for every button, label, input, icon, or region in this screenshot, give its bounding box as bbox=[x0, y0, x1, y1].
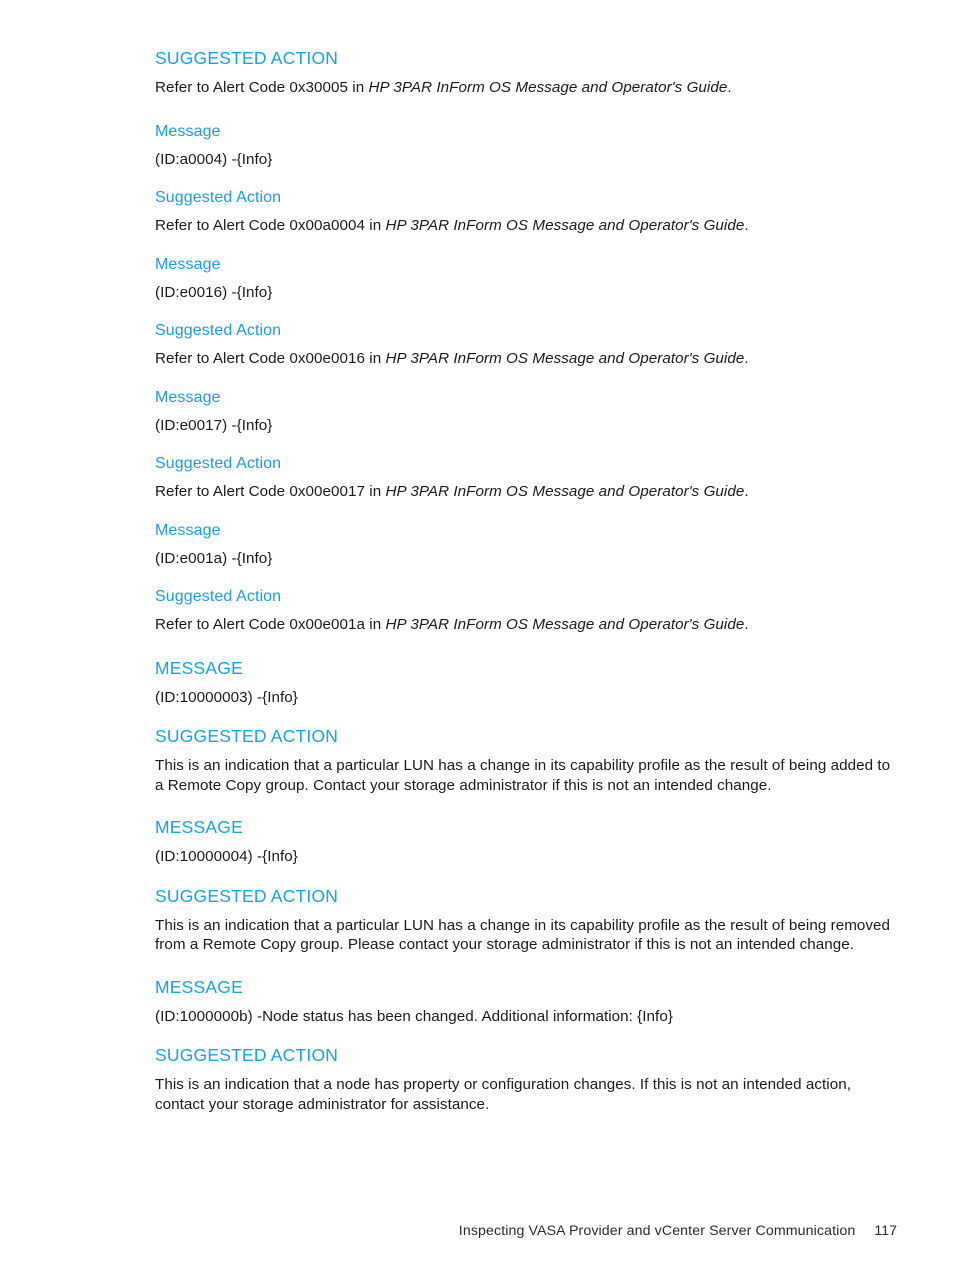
section-message-e001a: Message (ID:e001a) -{Info} bbox=[155, 521, 897, 569]
document-body: SUGGESTED ACTION Refer to Alert Code 0x3… bbox=[155, 48, 897, 1114]
section-body: This is an indication that a node has pr… bbox=[155, 1076, 851, 1113]
footer-chapter-title: Inspecting VASA Provider and vCenter Ser… bbox=[458, 1223, 856, 1239]
section-heading: Suggested Action bbox=[155, 189, 282, 206]
section-heading: SUGGESTED ACTION bbox=[155, 1045, 339, 1065]
body-title-italic: HP 3PAR InForm OS Message and Operator's… bbox=[385, 616, 745, 633]
body-suffix: . bbox=[744, 217, 749, 234]
body-suffix: . bbox=[727, 79, 732, 96]
body-title-italic: HP 3PAR InForm OS Message and Operator's… bbox=[385, 483, 745, 500]
section-heading: Suggested Action bbox=[155, 322, 282, 339]
section-body: (ID:a0004) -{Info} bbox=[155, 150, 273, 168]
section-suggested-action-0x00a0004: Suggested Action Refer to Alert Code 0x0… bbox=[155, 188, 897, 236]
body-title-italic: HP 3PAR InForm OS Message and Operator's… bbox=[385, 350, 745, 367]
page-footer: Inspecting VASA Provider and vCenter Ser… bbox=[0, 1222, 954, 1244]
section-body: This is an indication that a particular … bbox=[155, 757, 891, 794]
section-heading: SUGGESTED ACTION bbox=[155, 48, 339, 68]
footer-inner: Inspecting VASA Provider and vCenter Ser… bbox=[459, 1222, 897, 1240]
section-message-e0017: Message (ID:e0017) -{Info} bbox=[155, 388, 897, 436]
section-heading: SUGGESTED ACTION bbox=[155, 726, 339, 746]
section-suggested-action-0x00e001a: Suggested Action Refer to Alert Code 0x0… bbox=[155, 587, 897, 635]
section-body: This is an indication that a particular … bbox=[155, 916, 891, 954]
section-message-10000004: MESSAGE (ID:10000004) -{Info} bbox=[155, 817, 897, 867]
body-prefix: Refer to Alert Code 0x00a0004 in bbox=[155, 217, 386, 234]
body-prefix: Refer to Alert Code 0x00e001a in bbox=[155, 616, 386, 633]
section-body: Refer to Alert Code 0x00e0016 in HP 3PAR… bbox=[155, 349, 897, 369]
section-body: (ID:e0016) -{Info} bbox=[155, 283, 273, 301]
body-suffix: . bbox=[744, 483, 749, 500]
section-heading: SUGGESTED ACTION bbox=[155, 885, 339, 906]
section-heading: MESSAGE bbox=[155, 657, 243, 678]
section-body: (ID:e001a) -{Info} bbox=[155, 549, 273, 567]
section-body: Refer to Alert Code 0x00e001a in HP 3PAR… bbox=[155, 615, 897, 635]
document-page: SUGGESTED ACTION Refer to Alert Code 0x3… bbox=[0, 0, 954, 1271]
section-body: (ID:10000003) -{Info} bbox=[155, 688, 298, 706]
section-body: (ID:e0017) -{Info} bbox=[155, 416, 273, 434]
section-heading: MESSAGE bbox=[155, 976, 243, 997]
section-message-a0004: Message (ID:a0004) -{Info} bbox=[155, 122, 897, 170]
section-heading: Message bbox=[155, 122, 221, 140]
section-suggested-action-10000003: SUGGESTED ACTION This is an indication t… bbox=[155, 726, 897, 795]
body-suffix: . bbox=[744, 616, 749, 633]
section-heading: Message bbox=[155, 388, 221, 406]
footer-page-number: 117 bbox=[874, 1223, 897, 1239]
body-title-italic: HP 3PAR InForm OS Message and Operator's… bbox=[368, 79, 728, 96]
section-message-e0016: Message (ID:e0016) -{Info} bbox=[155, 255, 897, 303]
section-body: Refer to Alert Code 0x00e0017 in HP 3PAR… bbox=[155, 482, 897, 502]
body-prefix: Refer to Alert Code 0x00e0017 in bbox=[155, 483, 386, 500]
body-prefix: Refer to Alert Code 0x00e0016 in bbox=[155, 350, 386, 367]
section-heading: Suggested Action bbox=[155, 455, 282, 472]
section-suggested-action-0x00e0017: Suggested Action Refer to Alert Code 0x0… bbox=[155, 454, 897, 502]
body-prefix: Refer to Alert Code 0x30005 in bbox=[155, 79, 369, 96]
section-suggested-action-0x30005: SUGGESTED ACTION Refer to Alert Code 0x3… bbox=[155, 48, 897, 98]
body-suffix: . bbox=[744, 350, 749, 367]
section-heading: Message bbox=[155, 521, 221, 539]
section-message-1000000b: MESSAGE (ID:1000000b) -Node status has b… bbox=[155, 977, 897, 1027]
section-body: Refer to Alert Code 0x30005 in HP 3PAR I… bbox=[155, 78, 897, 98]
section-body: (ID:10000004) -{Info} bbox=[155, 848, 298, 865]
section-body: (ID:1000000b) -Node status has been chan… bbox=[155, 1007, 673, 1025]
section-heading: Suggested Action bbox=[155, 588, 282, 605]
body-title-italic: HP 3PAR InForm OS Message and Operator's… bbox=[385, 217, 745, 234]
section-heading: Message bbox=[155, 255, 221, 273]
section-heading: MESSAGE bbox=[155, 817, 243, 837]
section-suggested-action-10000004: SUGGESTED ACTION This is an indication t… bbox=[155, 886, 897, 955]
section-body: Refer to Alert Code 0x00a0004 in HP 3PAR… bbox=[155, 216, 897, 236]
section-suggested-action-0x00e0016: Suggested Action Refer to Alert Code 0x0… bbox=[155, 321, 897, 369]
section-suggested-action-1000000b: SUGGESTED ACTION This is an indication t… bbox=[155, 1045, 897, 1114]
section-message-10000003: MESSAGE (ID:10000003) -{Info} bbox=[155, 658, 897, 708]
